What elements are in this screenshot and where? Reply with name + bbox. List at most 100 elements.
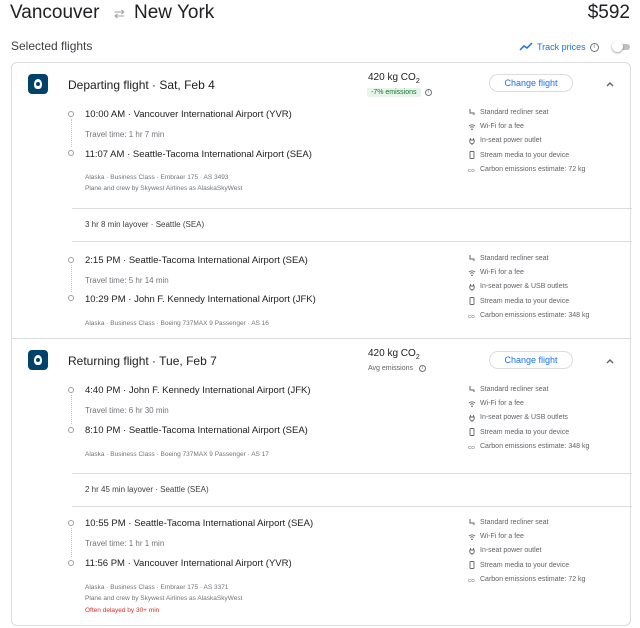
power-icon bbox=[467, 413, 476, 422]
departure-dot bbox=[68, 111, 74, 117]
arrival-airport: John F. Kennedy International Airport (J… bbox=[134, 294, 316, 305]
layover-divider-top bbox=[72, 208, 632, 209]
power-icon bbox=[467, 546, 476, 555]
wifi-icon bbox=[467, 268, 476, 277]
travel-time: Travel time: 5 hr 14 min bbox=[85, 276, 169, 285]
travel-time: Travel time: 1 hr 1 min bbox=[85, 539, 165, 548]
flight-date: Tue, Feb 7 bbox=[159, 354, 217, 368]
amenity-text: Stream media to your device bbox=[480, 561, 570, 569]
svg-text:CO: CO bbox=[468, 168, 475, 173]
alaska-airlines-logo bbox=[28, 74, 48, 94]
seat-icon bbox=[467, 385, 476, 394]
departure-time: 4:40 PM bbox=[85, 385, 121, 396]
change-flight-button[interactable]: Change flight bbox=[489, 74, 573, 92]
amenity-row: Wi-Fi for a fee bbox=[467, 529, 627, 543]
amenity-text: Stream media to your device bbox=[480, 151, 570, 159]
amenities-list: Standard recliner seat Wi-Fi for a fee I… bbox=[467, 382, 627, 454]
flight-direction-label: Returning flight bbox=[68, 354, 149, 368]
arrival-airport: Seattle-Tacoma International Airport (SE… bbox=[132, 149, 312, 160]
amenity-row: Wi-Fi for a fee bbox=[467, 265, 627, 279]
co2-icon: CO bbox=[467, 442, 476, 451]
departing-flight-title: Departing flight · Sat, Feb 4 bbox=[68, 78, 215, 92]
emissions-sub: 2 bbox=[415, 78, 420, 85]
amenities-list: Standard recliner seat Wi-Fi for a fee I… bbox=[467, 105, 627, 177]
track-prices-toggle[interactable] bbox=[612, 41, 631, 52]
chevron-up-icon[interactable] bbox=[605, 356, 615, 366]
emissions-total: 420 kg CO2 bbox=[368, 72, 420, 85]
arrival-airport: Seattle-Tacoma International Airport (SE… bbox=[128, 425, 308, 436]
track-prices-label: Track prices bbox=[537, 42, 586, 52]
amenity-row: Stream media to your device bbox=[467, 425, 627, 439]
returning-flight-title: Returning flight · Tue, Feb 7 bbox=[68, 354, 217, 368]
amenity-row: Stream media to your device bbox=[467, 558, 627, 572]
amenity-row: In-seat power & USB outlets bbox=[467, 411, 627, 425]
amenity-row: Standard recliner seat bbox=[467, 382, 627, 396]
toggle-knob bbox=[612, 41, 623, 52]
amenity-text: Carbon emissions estimate: 348 kg bbox=[480, 312, 590, 320]
segment-arrival: 11:56 PM · Vancouver International Airpo… bbox=[85, 558, 292, 569]
segment-departure: 4:40 PM · John F. Kennedy International … bbox=[85, 385, 311, 396]
departure-time: 10:00 AM bbox=[85, 109, 126, 120]
svg-text:CO: CO bbox=[468, 578, 475, 583]
flight-direction-label: Departing flight bbox=[68, 78, 149, 92]
amenity-text: Carbon emissions estimate: 72 kg bbox=[480, 576, 586, 584]
amenity-text: Wi-Fi for a fee bbox=[480, 533, 524, 541]
swap-arrows-icon: ⇄ bbox=[114, 6, 125, 21]
layover-divider-bottom bbox=[72, 241, 632, 242]
layover-divider-top bbox=[72, 473, 632, 474]
segment-arrival: 10:29 PM · John F. Kennedy International… bbox=[85, 294, 316, 305]
amenities-list: Standard recliner seat Wi-Fi for a fee I… bbox=[467, 515, 627, 587]
amenities-list: Standard recliner seat Wi-Fi for a fee I… bbox=[467, 251, 627, 323]
departure-time: 2:15 PM bbox=[85, 255, 121, 266]
selected-flights-heading: Selected flights bbox=[11, 39, 93, 53]
flight-details: Alaska · Business Class · Boeing 737MAX … bbox=[85, 320, 269, 327]
segment-departure: 10:55 PM · Seattle-Tacoma International … bbox=[85, 518, 314, 529]
chevron-up-icon[interactable] bbox=[605, 79, 615, 89]
departure-airport: Seattle-Tacoma International Airport (SE… bbox=[128, 255, 308, 266]
emissions-sub: 2 bbox=[415, 354, 420, 361]
travel-time: Travel time: 6 hr 30 min bbox=[85, 406, 169, 415]
info-icon[interactable]: i bbox=[589, 42, 599, 52]
track-prices[interactable]: Track prices i bbox=[519, 39, 599, 55]
flight-date: Sat, Feb 4 bbox=[159, 78, 215, 92]
arrival-dot bbox=[68, 560, 74, 566]
operator-note: Plane and crew by Skywest Airlines as Al… bbox=[85, 185, 243, 192]
departing-flight-card: Departing flight · Sat, Feb 4 420 kg CO2… bbox=[11, 62, 632, 342]
seat-icon bbox=[467, 254, 476, 263]
amenity-row: In-seat power outlet bbox=[467, 134, 627, 148]
arrival-time: 8:10 PM bbox=[85, 425, 121, 436]
info-icon[interactable]: i bbox=[419, 365, 426, 372]
amenity-row: Standard recliner seat bbox=[467, 515, 627, 529]
amenity-row: Stream media to your device bbox=[467, 294, 627, 308]
route-line bbox=[71, 119, 72, 147]
departure-dot bbox=[68, 520, 74, 526]
change-flight-button[interactable]: Change flight bbox=[489, 351, 573, 369]
amenity-text: Stream media to your device bbox=[480, 428, 570, 436]
info-icon[interactable]: i bbox=[425, 89, 432, 96]
amenity-text: In-seat power & USB outlets bbox=[480, 283, 568, 291]
departure-dot bbox=[68, 257, 74, 263]
segment-arrival: 8:10 PM · Seattle-Tacoma International A… bbox=[85, 425, 308, 436]
total-price: $592 bbox=[587, 2, 630, 23]
layover-info: 2 hr 45 min layover · Seattle (SEA) bbox=[85, 485, 209, 494]
stream-icon bbox=[467, 151, 476, 160]
trip-header: Vancouver ⇄ New York $592 bbox=[0, 0, 640, 30]
arrival-time: 10:29 PM bbox=[85, 294, 126, 305]
alaska-airlines-logo bbox=[28, 350, 48, 370]
route-line bbox=[71, 265, 72, 292]
travel-time: Travel time: 1 hr 7 min bbox=[85, 130, 165, 139]
svg-text:CO: CO bbox=[468, 445, 475, 450]
amenity-row: CO Carbon emissions estimate: 348 kg bbox=[467, 309, 627, 323]
flight-details: Alaska · Business Class · Embraer 175 · … bbox=[85, 584, 229, 591]
route-line bbox=[71, 395, 72, 424]
co2-icon: CO bbox=[467, 165, 476, 174]
amenity-text: Standard recliner seat bbox=[480, 108, 549, 116]
flight-details: Alaska · Business Class · Boeing 737MAX … bbox=[85, 451, 269, 458]
flight-details: Alaska · Business Class · Embraer 175 · … bbox=[85, 174, 229, 181]
amenity-text: Standard recliner seat bbox=[480, 254, 549, 262]
amenity-text: Wi-Fi for a fee bbox=[480, 400, 524, 408]
destination-city: New York bbox=[134, 2, 215, 23]
power-icon bbox=[467, 282, 476, 291]
amenity-text: In-seat power outlet bbox=[480, 137, 542, 145]
amenity-row: CO Carbon emissions estimate: 72 kg bbox=[467, 163, 627, 177]
